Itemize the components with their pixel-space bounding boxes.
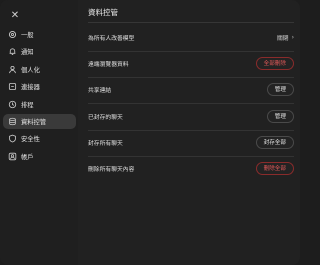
close-icon[interactable]: ✕ <box>8 8 22 22</box>
settings-sidebar: ✕ 一般 通知 個人化 連接器 排程 資料控管 安全性 帳戶 <box>0 0 78 265</box>
bell-icon <box>7 47 17 57</box>
manage-archived-chats-button[interactable]: 管理 <box>266 109 294 123</box>
sidebar-item-data-controls[interactable]: 資料控管 <box>3 113 76 129</box>
sidebar-item-connectors[interactable]: 連接器 <box>3 79 76 94</box>
improve-model-toggle[interactable]: 關閉 › <box>277 33 294 42</box>
sidebar-item-label: 排程 <box>21 101 34 109</box>
shield-icon <box>7 134 17 144</box>
setting-row-improve-model: 為所有人改善模型 關閉 › <box>88 30 294 44</box>
sidebar-item-label: 通知 <box>21 49 34 57</box>
setting-row-archived-chats: 已封存的聊天 管理 <box>88 109 294 123</box>
delete-all-chats-button[interactable]: 刪除全部 <box>255 161 294 175</box>
manage-shared-links-button[interactable]: 管理 <box>266 82 294 96</box>
page-title: 資料控管 <box>88 8 118 17</box>
account-icon <box>7 151 17 161</box>
sidebar-item-security[interactable]: 安全性 <box>3 131 76 146</box>
delete-remote-data-button[interactable]: 全部刪除 <box>255 56 294 70</box>
divider <box>88 156 294 157</box>
setting-label: 為所有人改善模型 <box>88 35 135 42</box>
setting-value: 關閉 <box>276 35 289 42</box>
setting-row-delete-all: 刪除所有聊天內容 刪除全部 <box>88 161 294 175</box>
sidebar-item-personalization[interactable]: 個人化 <box>3 62 76 77</box>
setting-row-shared-links: 共享連結 管理 <box>88 82 294 96</box>
sidebar-item-notifications[interactable]: 通知 <box>3 44 76 59</box>
sidebar-item-label: 安全性 <box>21 136 40 144</box>
clock-icon <box>7 99 17 109</box>
sidebar-item-label: 連接器 <box>21 84 40 92</box>
divider <box>88 51 294 52</box>
sidebar-item-label: 資料控管 <box>21 118 47 126</box>
sidebar-item-label: 個人化 <box>21 66 40 74</box>
archive-all-button[interactable]: 封存全部 <box>255 135 294 149</box>
setting-row-archive-all: 封存所有聊天 封存全部 <box>88 135 294 149</box>
setting-label: 已封存的聊天 <box>88 114 123 121</box>
chevron-right-icon: › <box>291 33 294 41</box>
setting-row-remote-browser-data: 遠端瀏覽器資料 全部刪除 <box>88 56 294 70</box>
sidebar-item-account[interactable]: 帳戶 <box>3 149 76 164</box>
setting-label: 刪除所有聊天內容 <box>88 166 135 173</box>
connector-icon <box>7 82 17 92</box>
gear-icon <box>7 30 17 40</box>
database-icon <box>7 116 17 126</box>
person-icon <box>7 64 17 74</box>
sidebar-item-label: 一般 <box>21 32 34 39</box>
sidebar-item-schedule[interactable]: 排程 <box>3 97 76 112</box>
setting-label: 共享連結 <box>88 87 112 94</box>
settings-content: 資料控管 為所有人改善模型 關閉 › 遠端瀏覽器資料 全部刪除 共享連結 管理 … <box>78 0 300 265</box>
sidebar-item-label: 帳戶 <box>21 153 34 161</box>
divider <box>88 130 294 131</box>
divider <box>88 22 294 23</box>
sidebar-nav: 一般 通知 個人化 連接器 排程 資料控管 安全性 帳戶 <box>3 27 76 166</box>
sidebar-item-general[interactable]: 一般 <box>3 27 76 42</box>
setting-label: 遠端瀏覽器資料 <box>88 61 129 68</box>
divider <box>88 103 294 104</box>
setting-label: 封存所有聊天 <box>88 140 123 147</box>
settings-window: ✕ 一般 通知 個人化 連接器 排程 資料控管 安全性 帳戶 資料控管 為所有人… <box>0 0 300 265</box>
divider <box>88 77 294 78</box>
